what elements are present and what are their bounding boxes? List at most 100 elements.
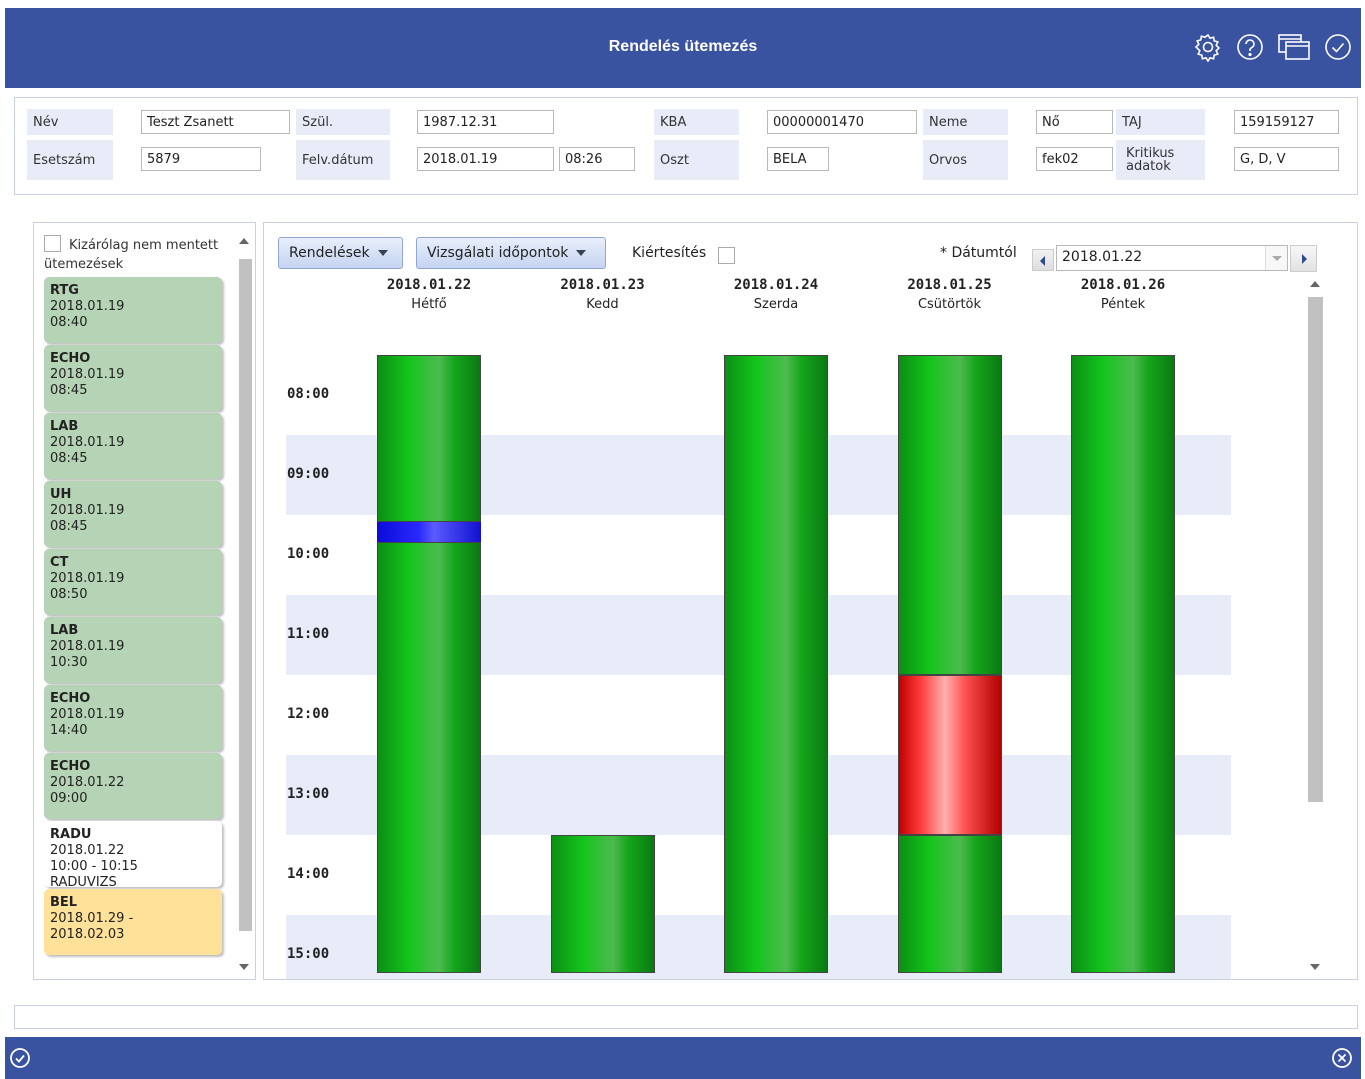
title-bar: Rendelés ütemezés: [5, 8, 1361, 88]
unsaved-filter-checkbox[interactable]: [44, 235, 61, 252]
critical-data-field[interactable]: G, D, V: [1234, 147, 1339, 171]
schedule-item-detail: 14:40: [50, 723, 88, 738]
schedule-list-scrollbar[interactable]: [234, 233, 255, 978]
time-slot-selected[interactable]: [377, 521, 481, 542]
name-field[interactable]: Teszt Zsanett: [141, 110, 290, 134]
schedule-item[interactable]: LAB 2018.01.19 08:45: [44, 413, 222, 479]
gender-field[interactable]: Nő: [1036, 110, 1113, 134]
confirm-check-icon[interactable]: [1323, 32, 1353, 62]
patient-info-panel: Név Teszt Zsanett Szül. 1987.12.31 KBA 0…: [14, 97, 1358, 195]
orders-dropdown-button[interactable]: Rendelések: [278, 237, 403, 269]
scroll-up-arrow-icon[interactable]: [239, 238, 249, 244]
schedule-item-name: ECHO: [50, 691, 91, 706]
previous-date-button[interactable]: [1032, 249, 1054, 271]
schedule-item-detail: 2018.01.29 -: [50, 911, 134, 926]
date-from-label: * Dátumtól: [940, 245, 1017, 261]
schedule-item-detail: 10:00 - 10:15: [50, 859, 138, 874]
day-header: 2018.01.26 Péntek: [1048, 275, 1198, 315]
department-field[interactable]: BELA: [767, 147, 829, 171]
day-date: 2018.01.25: [907, 277, 992, 293]
schedule-list-panel: Kizárólag nem mentett ütemezések RTG 2018…: [33, 222, 256, 980]
kba-label: KBA: [654, 109, 739, 135]
schedule-item[interactable]: RTG 2018.01.19 08:40: [44, 277, 222, 343]
windows-icon[interactable]: [1277, 32, 1311, 62]
day-name: Kedd: [586, 297, 619, 312]
schedule-item-detail: 08:40: [50, 315, 88, 330]
accept-check-icon[interactable]: [9, 1047, 31, 1069]
time-slot-available[interactable]: [897, 835, 1002, 973]
hour-label: 13:00: [287, 786, 330, 802]
day-header: 2018.01.22 Hétfő: [354, 275, 504, 315]
chevron-down-icon: [377, 250, 388, 256]
admission-date-field[interactable]: 2018.01.19: [417, 147, 554, 171]
time-slot-available[interactable]: [897, 355, 1002, 675]
close-x-icon[interactable]: [1331, 1047, 1353, 1069]
unsaved-filter[interactable]: Kizárólag nem mentett ütemezések: [44, 235, 229, 274]
hour-label: 08:00: [287, 386, 330, 402]
schedule-item-detail: 2018.01.19: [50, 299, 125, 314]
date-from-select[interactable]: 2018.01.22: [1056, 245, 1288, 271]
calendar-scrollbar[interactable]: [1304, 273, 1326, 978]
hour-label: 12:00: [287, 706, 330, 722]
calendar-panel: Rendelések Vizsgálati időpontok Kiértesí…: [263, 222, 1358, 980]
hour-label: 15:00: [287, 946, 330, 962]
hour-label: 11:00: [287, 626, 330, 642]
settings-gear-icon[interactable]: [1193, 32, 1223, 62]
schedule-item[interactable]: ECHO 2018.01.19 14:40: [44, 685, 222, 751]
schedule-item-detail: 08:45: [50, 451, 88, 466]
scroll-up-arrow-icon[interactable]: [1310, 281, 1320, 287]
day-date: 2018.01.24: [733, 277, 819, 293]
footer-bar: [5, 1037, 1361, 1079]
department-label: Oszt: [654, 140, 739, 180]
kba-field[interactable]: 00000001470: [767, 110, 917, 134]
date-from-value: 2018.01.22: [1062, 249, 1143, 265]
exam-times-dropdown-label: Vizsgálati időpontok: [427, 245, 569, 261]
hour-label: 09:00: [287, 466, 330, 482]
time-slot-available[interactable]: [724, 355, 828, 973]
schedule-item-detail: 2018.01.19: [50, 707, 125, 722]
admission-time-field[interactable]: 08:26: [559, 147, 635, 171]
window-title: Rendelés ütemezés: [608, 38, 758, 55]
hour-label: 10:00: [287, 546, 330, 562]
hour-label: 14:00: [287, 866, 330, 882]
notification-label: Kiértesítés: [632, 245, 707, 261]
schedule-item[interactable]: CT 2018.01.19 08:50: [44, 549, 222, 615]
case-number-field[interactable]: 5879: [141, 147, 261, 171]
scrollbar-thumb[interactable]: [239, 259, 252, 931]
taj-field[interactable]: 159159127: [1234, 110, 1339, 134]
orders-dropdown-label: Rendelések: [289, 245, 370, 261]
schedule-item[interactable]: UH 2018.01.19 08:45: [44, 481, 222, 547]
schedule-item-detail: 2018.02.03: [50, 927, 125, 942]
schedule-item-name: RTG: [50, 283, 79, 298]
schedule-item-detail: 09:00: [50, 791, 88, 806]
day-name: Péntek: [1100, 297, 1146, 312]
schedule-item[interactable]: ECHO 2018.01.22 09:00: [44, 753, 222, 819]
schedule-item[interactable]: ECHO 2018.01.19 08:45: [44, 345, 222, 411]
scrollbar-thumb[interactable]: [1308, 297, 1323, 802]
help-icon[interactable]: [1235, 32, 1265, 62]
schedule-item-name: BEL: [50, 895, 78, 910]
schedule-item-name: ECHO: [50, 351, 91, 366]
schedule-item-name: CT: [50, 555, 69, 570]
scroll-down-arrow-icon[interactable]: [1310, 964, 1320, 970]
next-date-button[interactable]: [1290, 245, 1317, 272]
doctor-field[interactable]: fek02: [1036, 147, 1113, 171]
birth-date-field[interactable]: 1987.12.31: [417, 110, 554, 134]
time-slot-booked[interactable]: [897, 675, 1002, 835]
time-slot-available[interactable]: [377, 541, 481, 973]
notification-checkbox[interactable]: [718, 247, 735, 264]
schedule-item[interactable]: RADU 2018.01.22 10:00 - 10:15 RADUVIZS: [44, 821, 222, 890]
schedule-item-detail: 2018.01.22: [50, 775, 125, 790]
time-slot-available[interactable]: [550, 835, 655, 973]
schedule-item[interactable]: BEL 2018.01.29 -2018.02.03: [44, 889, 222, 955]
case-number-label: Esetszám: [27, 140, 113, 180]
schedule-item-detail: 2018.01.19: [50, 639, 125, 654]
scroll-down-arrow-icon[interactable]: [239, 964, 249, 970]
date-dropdown-toggle[interactable]: [1265, 246, 1287, 270]
time-slot-available[interactable]: [1071, 355, 1175, 973]
exam-times-dropdown-button[interactable]: Vizsgálati időpontok: [416, 237, 606, 269]
day-date: 2018.01.26: [1080, 277, 1166, 293]
arrow-right-icon: [1302, 254, 1307, 264]
time-slot-available[interactable]: [377, 355, 481, 522]
schedule-item[interactable]: LAB 2018.01.19 10:30: [44, 617, 222, 683]
